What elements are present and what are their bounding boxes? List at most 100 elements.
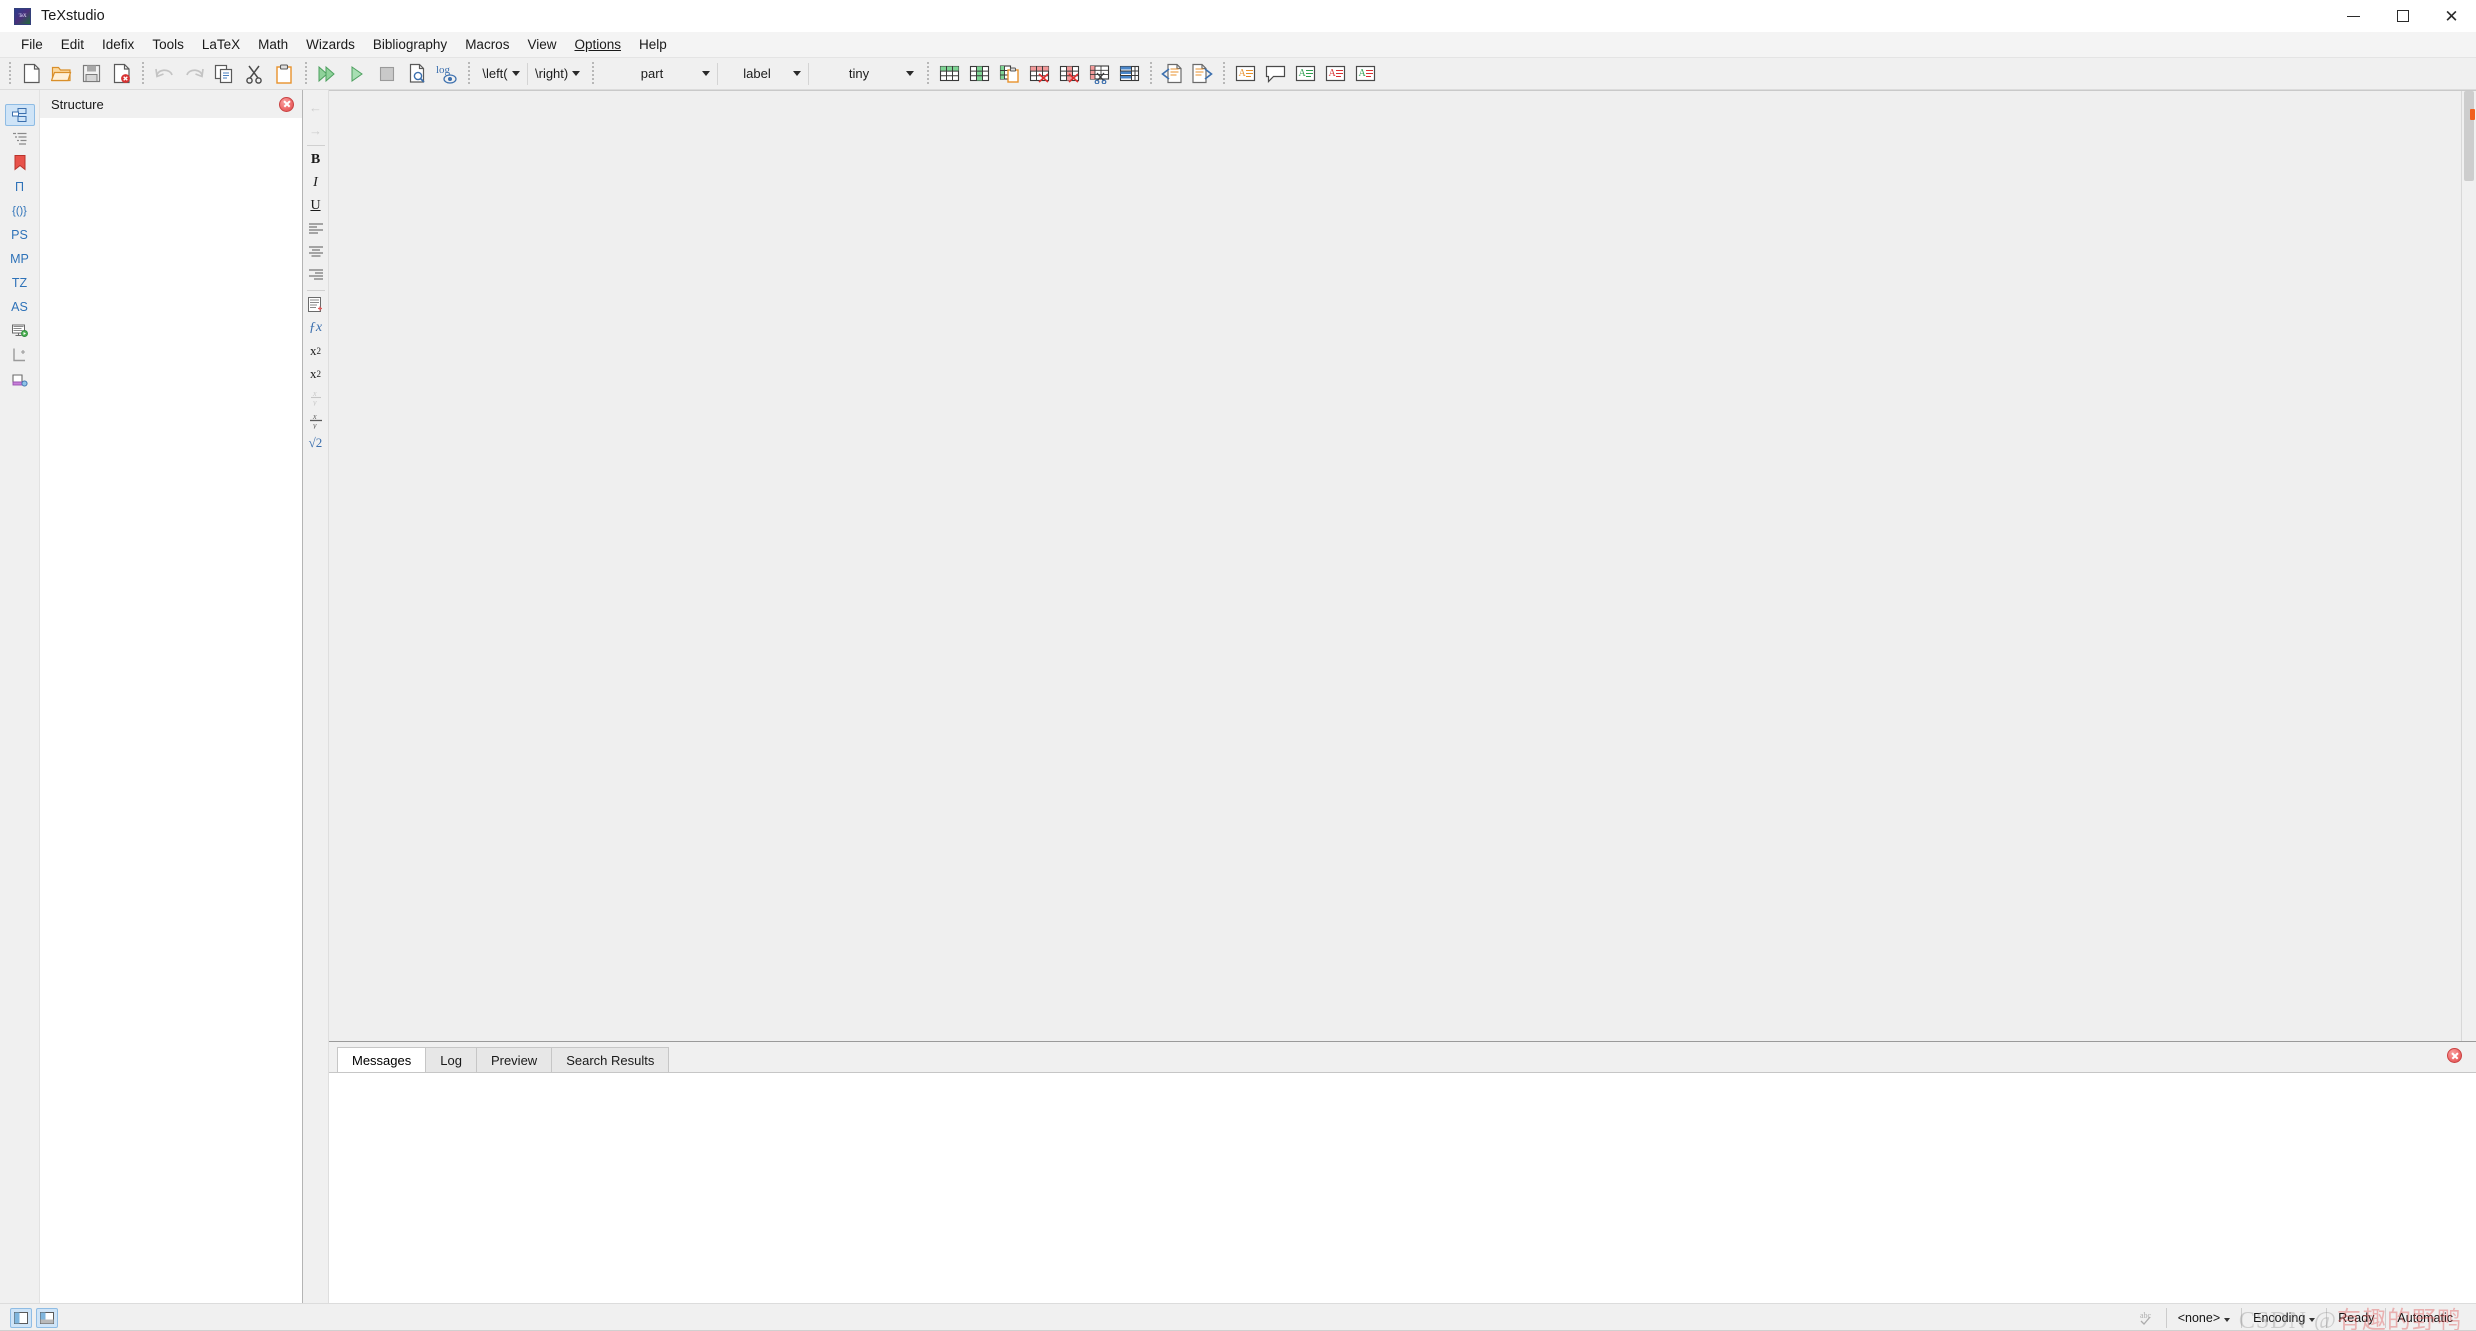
align-right-icon[interactable] — [304, 264, 328, 286]
close-button[interactable]: ✕ — [2427, 0, 2476, 32]
tab-search-results[interactable]: Search Results — [551, 1047, 670, 1072]
view-pdf-icon[interactable] — [402, 60, 432, 88]
close-document-icon[interactable] — [106, 60, 136, 88]
remove-column-icon[interactable] — [1054, 60, 1084, 88]
undo-icon[interactable] — [149, 60, 179, 88]
toolbar-drag-handle-3[interactable] — [302, 61, 309, 86]
structure-panel-close-icon[interactable] — [279, 96, 294, 112]
sidebar-symbols-pi-icon[interactable]: Π — [5, 176, 35, 198]
minimize-button[interactable] — [2329, 0, 2378, 32]
new-document-icon[interactable] — [16, 60, 46, 88]
italic-icon[interactable]: I — [304, 172, 328, 194]
editor-vertical-scrollbar[interactable] — [2461, 91, 2476, 1041]
sidebar-outline-icon[interactable] — [5, 128, 35, 150]
sidebar-as-icon[interactable]: AS — [5, 296, 35, 318]
title-bar: TeXstudio ✕ — [0, 0, 2476, 32]
right-delimiter-combo[interactable]: \right) — [528, 61, 586, 86]
table-template-icon[interactable] — [1114, 60, 1144, 88]
next-document-icon[interactable] — [1187, 60, 1217, 88]
open-folder-icon[interactable] — [46, 60, 76, 88]
insert-block-icon[interactable] — [304, 294, 328, 316]
sidebar-ps-icon[interactable]: PS — [5, 224, 35, 246]
sidebar-axis-icon[interactable] — [5, 344, 35, 366]
menu-wizards[interactable]: Wizards — [297, 34, 364, 55]
menu-edit[interactable]: Edit — [52, 34, 93, 55]
reference-type-combo[interactable]: label — [718, 61, 808, 86]
toolbar-drag-handle-2[interactable] — [139, 61, 146, 86]
cut-scissors-icon[interactable] — [239, 60, 269, 88]
menu-tools[interactable]: Tools — [143, 34, 193, 55]
menu-math[interactable]: Math — [249, 34, 297, 55]
language-selector[interactable]: <none> — [2165, 1307, 2241, 1328]
subscript-icon[interactable]: x2 — [304, 340, 328, 362]
bold-icon[interactable]: B — [304, 149, 328, 171]
menu-file[interactable]: File — [12, 34, 52, 55]
tab-log[interactable]: Log — [425, 1047, 477, 1072]
view-log-icon[interactable]: log — [432, 60, 462, 88]
save-icon[interactable] — [76, 60, 106, 88]
output-panel-content[interactable] — [329, 1072, 2476, 1303]
text-editor[interactable] — [329, 91, 2461, 1041]
toggle-structure-panel-icon[interactable] — [10, 1307, 32, 1328]
encoding-selector[interactable]: Encoding — [2241, 1307, 2326, 1328]
previous-document-icon[interactable] — [1157, 60, 1187, 88]
font-size-combo[interactable]: tiny — [809, 61, 921, 86]
left-delimiter-combo[interactable]: \left( — [475, 61, 527, 86]
fraction-dfrac-icon[interactable]: xy — [304, 386, 328, 408]
add-column-icon[interactable] — [964, 60, 994, 88]
toolbar-drag-handle-8[interactable] — [1220, 61, 1227, 86]
sidebar-mp-icon[interactable]: MP — [5, 248, 35, 270]
menu-view[interactable]: View — [518, 34, 565, 55]
build-and-view-icon[interactable] — [312, 60, 342, 88]
toolbar-drag-handle-1[interactable] — [6, 61, 13, 86]
remove-row-icon[interactable] — [1024, 60, 1054, 88]
spellcheck-icon[interactable]: abc — [2131, 1308, 2166, 1328]
toolbar-drag-handle-5[interactable] — [589, 61, 596, 86]
sidebar-presentation-icon[interactable] — [5, 320, 35, 342]
copy-icon[interactable] — [209, 60, 239, 88]
highlight-green-icon[interactable]: A — [1290, 60, 1320, 88]
highlight-orange-icon[interactable]: A — [1230, 60, 1260, 88]
toolbar-drag-handle-7[interactable] — [1147, 61, 1154, 86]
cut-row-icon[interactable] — [1084, 60, 1114, 88]
menu-macros[interactable]: Macros — [456, 34, 518, 55]
menu-help[interactable]: Help — [630, 34, 676, 55]
align-center-icon[interactable] — [304, 241, 328, 263]
menu-options[interactable]: Options — [565, 34, 630, 55]
sidebar-braces-icon[interactable]: {()} — [5, 200, 35, 222]
maximize-button[interactable] — [2378, 0, 2427, 32]
back-arrow-icon[interactable]: ← — [304, 96, 328, 118]
sidebar-structure-icon[interactable] — [4, 104, 35, 126]
highlight-red-icon[interactable]: A — [1320, 60, 1350, 88]
redo-icon[interactable] — [179, 60, 209, 88]
structure-tree[interactable] — [40, 118, 302, 1303]
menu-bibliography[interactable]: Bibliography — [364, 34, 456, 55]
tab-messages[interactable]: Messages — [337, 1047, 427, 1072]
toolbar-drag-handle-4[interactable] — [465, 61, 472, 86]
toggle-output-panel-icon[interactable] — [36, 1307, 58, 1328]
section-level-combo[interactable]: part — [599, 61, 717, 86]
paste-table-icon[interactable] — [994, 60, 1024, 88]
align-left-icon[interactable] — [304, 218, 328, 240]
menu-idefix[interactable]: Idefix — [93, 34, 143, 55]
underline-icon[interactable]: U — [304, 195, 328, 217]
paste-clipboard-icon[interactable] — [269, 60, 299, 88]
math-function-icon[interactable]: ƒx — [304, 317, 328, 339]
compile-icon[interactable] — [342, 60, 372, 88]
tab-preview[interactable]: Preview — [475, 1047, 553, 1072]
scrollbar-thumb[interactable] — [2464, 91, 2474, 181]
comment-bubble-icon[interactable] — [1260, 60, 1290, 88]
toolbar-drag-handle-6[interactable] — [924, 61, 931, 86]
highlight-green-alt-icon[interactable]: A — [1350, 60, 1380, 88]
forward-arrow-icon[interactable]: → — [304, 119, 328, 141]
sidebar-tz-icon[interactable]: TZ — [5, 272, 35, 294]
stop-icon[interactable] — [372, 60, 402, 88]
menu-latex[interactable]: LaTeX — [193, 34, 249, 55]
superscript-icon[interactable]: x2 — [304, 363, 328, 385]
fraction-frac-icon[interactable]: xy — [304, 409, 328, 431]
sidebar-open-panel-icon[interactable] — [5, 368, 35, 390]
add-row-icon[interactable] — [934, 60, 964, 88]
square-root-icon[interactable]: √2 — [304, 432, 328, 454]
sidebar-bookmark-icon[interactable] — [5, 152, 35, 174]
output-panel-close-button[interactable] — [2447, 1048, 2462, 1063]
